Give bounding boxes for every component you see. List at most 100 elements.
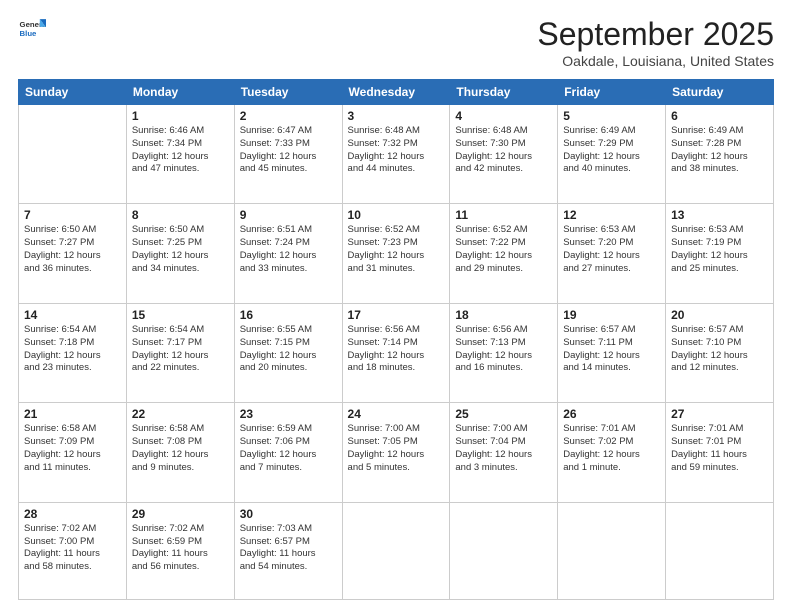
table-row: 15 Sunrise: 6:54 AMSunset: 7:17 PMDayligh… (126, 303, 234, 402)
day-info: Sunrise: 6:46 AMSunset: 7:34 PMDaylight:… (132, 125, 229, 176)
day-number: 19 (563, 308, 660, 322)
table-row: 20 Sunrise: 6:57 AMSunset: 7:10 PMDayligh… (666, 303, 774, 402)
day-number: 11 (455, 208, 552, 222)
table-row: 29 Sunrise: 7:02 AMSunset: 6:59 PMDayligh… (126, 502, 234, 599)
subtitle: Oakdale, Louisiana, United States (537, 53, 774, 69)
day-number: 24 (348, 407, 445, 421)
day-number: 20 (671, 308, 768, 322)
day-number: 8 (132, 208, 229, 222)
table-row: 3 Sunrise: 6:48 AMSunset: 7:32 PMDaylight… (342, 105, 450, 204)
table-row: 18Sunrise: 6:56 AMSunset: 7:13 PMDayligh… (450, 303, 558, 402)
day-info: Sunrise: 6:47 AMSunset: 7:33 PMDaylight:… (240, 125, 337, 176)
day-info: Sunrise: 6:48 AMSunset: 7:30 PMDaylight:… (455, 125, 552, 176)
day-number: 4 (455, 109, 552, 123)
col-sunday: Sunday (19, 80, 127, 105)
title-block: September 2025 Oakdale, Louisiana, Unite… (537, 16, 774, 69)
day-number: 27 (671, 407, 768, 421)
day-info: Sunrise: 6:49 AMSunset: 7:28 PMDaylight:… (671, 125, 768, 176)
day-info: Sunrise: 7:00 AMSunset: 7:05 PMDaylight:… (348, 423, 445, 474)
table-row: 17 Sunrise: 6:56 AMSunset: 7:14 PMDayligh… (342, 303, 450, 402)
table-row: 1 Sunrise: 6:46 AMSunset: 7:34 PMDaylight… (126, 105, 234, 204)
table-row: 27Sunrise: 7:01 AMSunset: 7:01 PMDayligh… (666, 403, 774, 502)
day-info: Sunrise: 6:53 AMSunset: 7:20 PMDaylight:… (563, 224, 660, 275)
day-info: Sunrise: 7:02 AMSunset: 6:59 PMDaylight:… (132, 523, 229, 574)
table-row: 12 Sunrise: 6:53 AMSunset: 7:20 PMDayligh… (558, 204, 666, 303)
day-number: 21 (24, 407, 121, 421)
day-info: Sunrise: 6:59 AMSunset: 7:06 PMDaylight:… (240, 423, 337, 474)
table-row: 24 Sunrise: 7:00 AMSunset: 7:05 PMDayligh… (342, 403, 450, 502)
day-number: 28 (24, 507, 121, 521)
table-row: 16 Sunrise: 6:55 AMSunset: 7:15 PMDayligh… (234, 303, 342, 402)
day-info: Sunrise: 7:00 AMSunset: 7:04 PMDaylight:… (455, 423, 552, 474)
day-number: 12 (563, 208, 660, 222)
month-title: September 2025 (537, 16, 774, 53)
table-row: 4 Sunrise: 6:48 AMSunset: 7:30 PMDaylight… (450, 105, 558, 204)
table-row: 9 Sunrise: 6:51 AMSunset: 7:24 PMDaylight… (234, 204, 342, 303)
table-row (666, 502, 774, 599)
table-row: 8Sunrise: 6:50 AMSunset: 7:25 PMDaylight… (126, 204, 234, 303)
day-number: 3 (348, 109, 445, 123)
table-row: 21 Sunrise: 6:58 AMSunset: 7:09 PMDayligh… (19, 403, 127, 502)
day-info: Sunrise: 6:54 AMSunset: 7:18 PMDaylight:… (24, 324, 121, 375)
calendar-header-row: Sunday Monday Tuesday Wednesday Thursday… (19, 80, 774, 105)
day-number: 13 (671, 208, 768, 222)
day-number: 16 (240, 308, 337, 322)
table-row: 10 Sunrise: 6:52 AMSunset: 7:23 PMDayligh… (342, 204, 450, 303)
table-row: 22Sunrise: 6:58 AMSunset: 7:08 PMDayligh… (126, 403, 234, 502)
day-number: 25 (455, 407, 552, 421)
col-friday: Friday (558, 80, 666, 105)
day-number: 29 (132, 507, 229, 521)
table-row: 23 Sunrise: 6:59 AMSunset: 7:06 PMDayligh… (234, 403, 342, 502)
col-thursday: Thursday (450, 80, 558, 105)
calendar-table: Sunday Monday Tuesday Wednesday Thursday… (18, 79, 774, 600)
svg-text:Blue: Blue (20, 29, 38, 38)
day-info: Sunrise: 6:58 AMSunset: 7:08 PMDaylight:… (132, 423, 229, 474)
logo-icon: General Blue (18, 16, 46, 44)
table-row: 25 Sunrise: 7:00 AMSunset: 7:04 PMDayligh… (450, 403, 558, 502)
day-info: Sunrise: 6:56 AMSunset: 7:14 PMDaylight:… (348, 324, 445, 375)
day-number: 30 (240, 507, 337, 521)
day-info: Sunrise: 6:53 AMSunset: 7:19 PMDaylight:… (671, 224, 768, 275)
logo: General Blue (18, 16, 46, 44)
day-info: Sunrise: 6:49 AMSunset: 7:29 PMDaylight:… (563, 125, 660, 176)
col-saturday: Saturday (666, 80, 774, 105)
table-row: 5 Sunrise: 6:49 AMSunset: 7:29 PMDaylight… (558, 105, 666, 204)
day-number: 1 (132, 109, 229, 123)
day-number: 10 (348, 208, 445, 222)
day-info: Sunrise: 6:57 AMSunset: 7:11 PMDaylight:… (563, 324, 660, 375)
table-row (19, 105, 127, 204)
table-row (558, 502, 666, 599)
table-row: 26Sunrise: 7:01 AMSunset: 7:02 PMDayligh… (558, 403, 666, 502)
table-row: 6Sunrise: 6:49 AMSunset: 7:28 PMDaylight… (666, 105, 774, 204)
table-row: 14Sunrise: 6:54 AMSunset: 7:18 PMDayligh… (19, 303, 127, 402)
day-info: Sunrise: 7:02 AMSunset: 7:00 PMDaylight:… (24, 523, 121, 574)
header: General Blue September 2025 Oakdale, Lou… (18, 16, 774, 69)
table-row (450, 502, 558, 599)
day-number: 15 (132, 308, 229, 322)
table-row (342, 502, 450, 599)
day-info: Sunrise: 6:55 AMSunset: 7:15 PMDaylight:… (240, 324, 337, 375)
day-number: 7 (24, 208, 121, 222)
day-number: 5 (563, 109, 660, 123)
day-info: Sunrise: 6:54 AMSunset: 7:17 PMDaylight:… (132, 324, 229, 375)
col-wednesday: Wednesday (342, 80, 450, 105)
day-number: 9 (240, 208, 337, 222)
day-number: 18 (455, 308, 552, 322)
day-number: 23 (240, 407, 337, 421)
day-number: 17 (348, 308, 445, 322)
day-info: Sunrise: 6:51 AMSunset: 7:24 PMDaylight:… (240, 224, 337, 275)
day-info: Sunrise: 7:01 AMSunset: 7:02 PMDaylight:… (563, 423, 660, 474)
page: General Blue September 2025 Oakdale, Lou… (0, 0, 792, 612)
table-row: 13 Sunrise: 6:53 AMSunset: 7:19 PMDayligh… (666, 204, 774, 303)
day-info: Sunrise: 7:03 AMSunset: 6:57 PMDaylight:… (240, 523, 337, 574)
col-tuesday: Tuesday (234, 80, 342, 105)
day-info: Sunrise: 6:48 AMSunset: 7:32 PMDaylight:… (348, 125, 445, 176)
table-row: 2Sunrise: 6:47 AMSunset: 7:33 PMDaylight… (234, 105, 342, 204)
table-row: 28 Sunrise: 7:02 AMSunset: 7:00 PMDayligh… (19, 502, 127, 599)
table-row: 19 Sunrise: 6:57 AMSunset: 7:11 PMDayligh… (558, 303, 666, 402)
day-info: Sunrise: 6:58 AMSunset: 7:09 PMDaylight:… (24, 423, 121, 474)
col-monday: Monday (126, 80, 234, 105)
day-info: Sunrise: 6:52 AMSunset: 7:23 PMDaylight:… (348, 224, 445, 275)
table-row: 30 Sunrise: 7:03 AMSunset: 6:57 PMDayligh… (234, 502, 342, 599)
day-info: Sunrise: 6:57 AMSunset: 7:10 PMDaylight:… (671, 324, 768, 375)
